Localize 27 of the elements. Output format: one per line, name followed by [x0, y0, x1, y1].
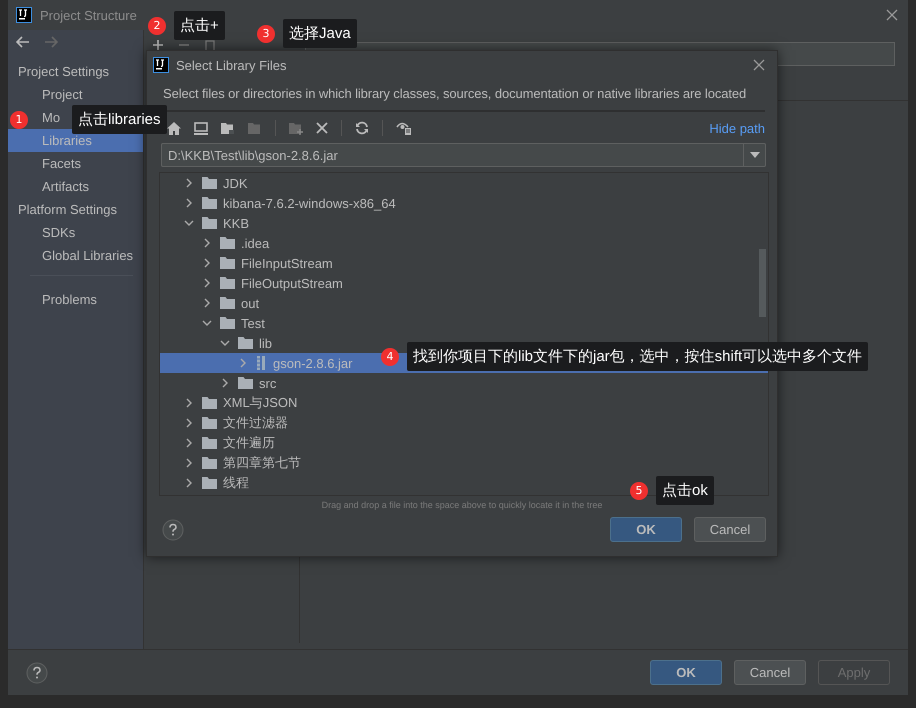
annotation-tooltip: 点击libraries	[72, 105, 167, 134]
tree-item-label: lib	[259, 336, 272, 350]
annotation-tooltip: 点击+	[174, 11, 225, 40]
section-heading: Project Settings	[17, 63, 110, 81]
tree-item-label: FileInputStream	[241, 256, 333, 270]
tree-item-label: .idea	[241, 236, 270, 250]
tree-item-label: gson-2.8.6.jar	[273, 356, 352, 370]
window-title: Project Structure	[40, 8, 138, 22]
tree-item-label: XML与JSON	[223, 394, 298, 412]
drag-drop-hint: Drag and drop a file into the space above to quickly locate it in the tree	[320, 499, 604, 510]
tree-item-label: Test	[241, 316, 265, 330]
annotation-tooltip: 点击ok	[656, 476, 714, 505]
dialog-description: Select files or directories in which library classes, sources, documentation or native libraries are located	[162, 85, 748, 101]
tree-item-label: FileOutputStream	[241, 276, 343, 290]
tree-item-label: 第四章第七节	[223, 454, 301, 472]
tree-item-label: 线程	[223, 474, 249, 492]
annotation-tooltip: 找到你项目下的lib文件下的jar包，选中，按住shift可以选中多个文件	[407, 342, 868, 371]
tree-item-label: out	[241, 296, 260, 310]
tree-item-label: kibana-7.6.2-windows-x86_64	[223, 196, 396, 210]
tree-item-label: JDK	[223, 176, 248, 190]
annotation-tooltip: 选择Java	[283, 19, 357, 48]
tree-item-label: src	[259, 376, 276, 390]
tree-item-label: KKB	[223, 216, 250, 230]
tree-item-label: 文件过滤器	[223, 414, 288, 432]
section-heading: Platform Settings	[17, 201, 118, 219]
tree-item-label: 文件遍历	[223, 434, 275, 452]
dialog-title: Select Library Files	[176, 58, 288, 72]
